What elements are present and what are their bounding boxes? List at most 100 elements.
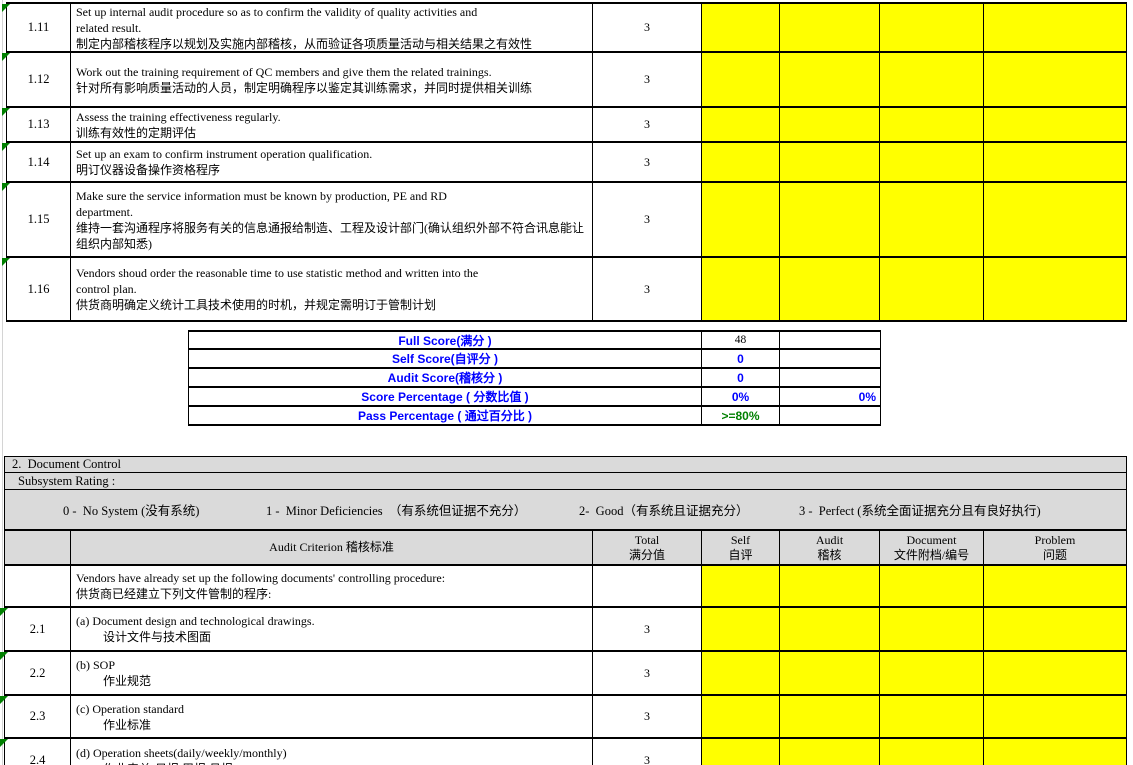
self-score-cell[interactable] (702, 696, 780, 737)
audit-score-value[interactable]: 0 (702, 369, 780, 386)
audit-score-cell[interactable] (780, 652, 880, 694)
self-score-cell[interactable] (702, 4, 780, 51)
total-score-cell[interactable]: 3 (593, 108, 702, 141)
summary-row: Audit Score(稽核分 ) 0 (189, 369, 881, 388)
row-number: 1.16 (7, 258, 71, 320)
document-cell[interactable] (880, 53, 984, 106)
self-score-cell[interactable] (702, 53, 780, 106)
audit-score-cell[interactable] (780, 608, 880, 650)
self-score-cell[interactable] (702, 652, 780, 694)
audit-table-section1: 1.11 Set up internal audit procedure so … (6, 2, 1127, 322)
table-row: 2.2 (b) SOP 作业规范 3 (5, 652, 1127, 696)
header-total-cn: 满分值 (629, 548, 665, 563)
document-cell[interactable] (880, 143, 984, 181)
score-percentage-value[interactable]: 0% (702, 388, 780, 405)
audit-score-cell[interactable] (780, 566, 880, 606)
document-cell[interactable] (880, 108, 984, 141)
criterion-line: Assess the training effectiveness regula… (76, 109, 281, 125)
problem-cell[interactable] (984, 739, 1127, 765)
comment-indicator-icon (2, 108, 10, 116)
full-score-extra[interactable] (780, 332, 881, 348)
header-audit-cn: 稽核 (817, 548, 841, 563)
document-cell[interactable] (880, 739, 984, 765)
self-score-cell[interactable] (702, 143, 780, 181)
header-total-en: Total (635, 533, 660, 548)
comment-indicator-icon (2, 53, 10, 61)
audit-score-cell[interactable] (780, 4, 880, 51)
header-self: Self 自评 (702, 531, 780, 564)
problem-cell[interactable] (984, 53, 1127, 106)
audit-score-cell[interactable] (780, 108, 880, 141)
rating-2: 2- Good（有系统且证据充分） (579, 500, 748, 519)
header-criterion-label: Audit Criterion 稽核标准 (269, 540, 394, 555)
header-audit-en: Audit (816, 533, 843, 548)
row-number: 2.3 (5, 696, 71, 737)
section2-title-bar: 2. Document Control (4, 456, 1127, 473)
row-number: 1.15 (7, 183, 71, 256)
total-score-cell[interactable]: 3 (593, 608, 702, 650)
pass-percentage-extra[interactable] (780, 407, 881, 424)
table-row: 1.14 Set up an exam to confirm instrumen… (7, 143, 1127, 183)
self-score-cell[interactable] (702, 566, 780, 606)
row-number: 1.12 (7, 53, 71, 106)
document-cell[interactable] (880, 183, 984, 256)
problem-cell[interactable] (984, 652, 1127, 694)
problem-cell[interactable] (984, 4, 1127, 51)
score-percentage-value2[interactable]: 0% (780, 388, 881, 405)
self-score-cell[interactable] (702, 739, 780, 765)
comment-indicator-icon (0, 608, 8, 616)
total-score-cell[interactable]: 3 (593, 143, 702, 181)
document-cell[interactable] (880, 258, 984, 320)
document-cell[interactable] (880, 608, 984, 650)
document-cell[interactable] (880, 652, 984, 694)
criterion-line: 设计文件与技术图面 (76, 629, 211, 645)
rating-0: 0 - No System (没有系统) (63, 500, 199, 519)
problem-cell[interactable] (984, 608, 1127, 650)
header-problem-en: Problem (1035, 533, 1076, 548)
criterion-line: Set up internal audit procedure so as to… (76, 4, 477, 20)
self-score-cell[interactable] (702, 608, 780, 650)
problem-cell[interactable] (984, 143, 1127, 181)
audit-score-cell[interactable] (780, 183, 880, 256)
document-cell[interactable] (880, 566, 984, 606)
audit-score-extra[interactable] (780, 369, 881, 386)
self-score-label: Self Score(自评分 ) (189, 350, 702, 367)
comment-indicator-icon (2, 258, 10, 266)
self-score-value[interactable]: 0 (702, 350, 780, 367)
problem-cell[interactable] (984, 258, 1127, 320)
total-score-cell[interactable] (593, 566, 702, 606)
row-number: 1.13 (7, 108, 71, 141)
self-score-extra[interactable] (780, 350, 881, 367)
total-score-cell[interactable]: 3 (593, 53, 702, 106)
problem-cell[interactable] (984, 696, 1127, 737)
pass-percentage-value[interactable]: >=80% (702, 407, 780, 424)
total-score-cell[interactable]: 3 (593, 739, 702, 765)
self-score-cell[interactable] (702, 258, 780, 320)
full-score-value[interactable]: 48 (702, 332, 780, 348)
row-number: 1.11 (7, 4, 71, 51)
audit-score-cell[interactable] (780, 696, 880, 737)
total-score-cell[interactable]: 3 (593, 652, 702, 694)
criterion-line: 制定内部稽核程序以规划及实施内部稽核，从而验证各项质量活动与相关结果之有效性 (76, 36, 532, 52)
self-score-cell[interactable] (702, 108, 780, 141)
total-score-cell[interactable]: 3 (593, 4, 702, 51)
document-cell[interactable] (880, 4, 984, 51)
total-score-cell[interactable]: 3 (593, 696, 702, 737)
problem-cell[interactable] (984, 183, 1127, 256)
audit-score-cell[interactable] (780, 258, 880, 320)
problem-cell[interactable] (984, 566, 1127, 606)
document-cell[interactable] (880, 696, 984, 737)
audit-score-cell[interactable] (780, 143, 880, 181)
criterion-line: Set up an exam to confirm instrument ope… (76, 146, 372, 162)
audit-score-cell[interactable] (780, 53, 880, 106)
criterion-line: department. (76, 204, 133, 220)
table-row: 1.16 Vendors shoud order the reasonable … (7, 258, 1127, 322)
problem-cell[interactable] (984, 108, 1127, 141)
total-score-cell[interactable]: 3 (593, 258, 702, 320)
total-score-cell[interactable]: 3 (593, 183, 702, 256)
audit-score-cell[interactable] (780, 739, 880, 765)
criterion-line: 维持一套沟通程序将服务有关的信息通报给制造、工程及设计部门(确认组织外部不符合讯… (76, 220, 584, 236)
header-self-cn: 自评 (728, 548, 752, 563)
self-score-cell[interactable] (702, 183, 780, 256)
rating-scale-bar: 0 - No System (没有系统) 1 - Minor Deficienc… (4, 490, 1127, 530)
